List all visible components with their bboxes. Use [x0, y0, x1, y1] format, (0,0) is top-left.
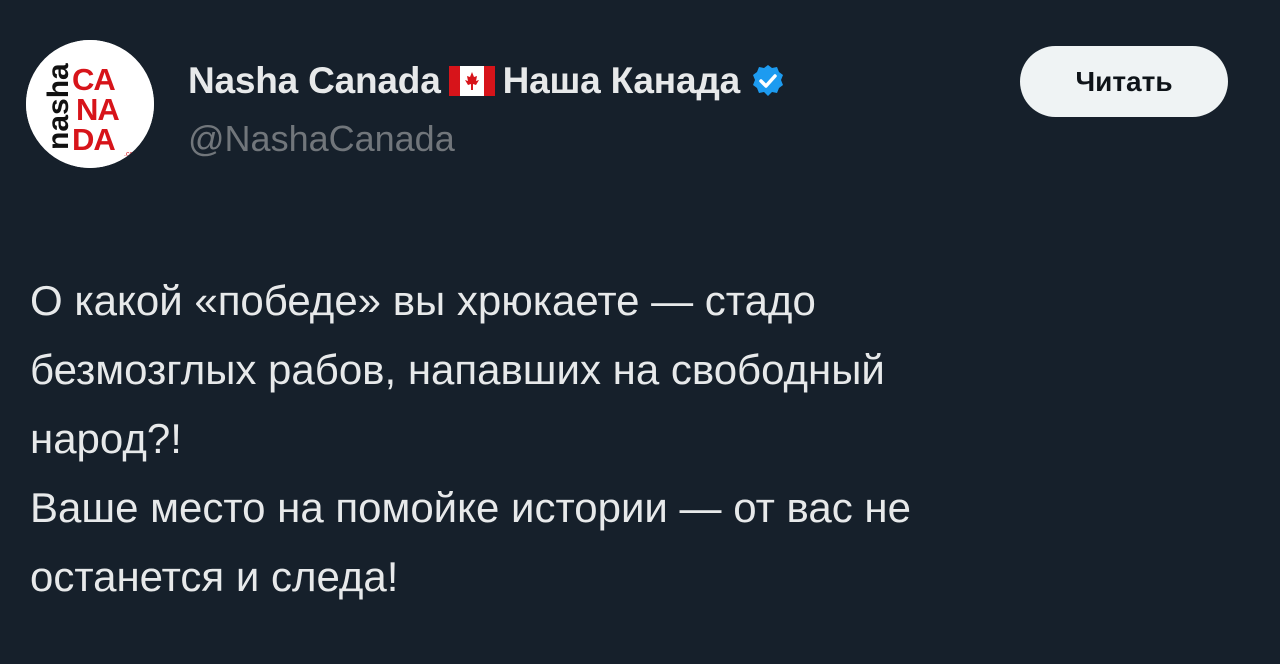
- tweet-card: nasha CA NA DA .com Nasha Canada Наша Ка…: [0, 0, 1280, 664]
- tweet-text-line: О какой «победе» вы хрюкаете — стадо: [30, 277, 816, 324]
- author-name-row[interactable]: Nasha Canada Наша Канада: [188, 54, 988, 108]
- avatar[interactable]: nasha CA NA DA .com: [26, 40, 154, 168]
- logo-side-text: nasha: [42, 63, 75, 150]
- nasha-canada-logo: nasha CA NA DA .com: [26, 40, 154, 168]
- author-handle[interactable]: @NashaCanada: [188, 118, 988, 160]
- tweet-text-line: Ваше место на помойке истории — от вас н…: [30, 484, 911, 531]
- follow-button[interactable]: Читать: [1020, 46, 1228, 117]
- author-display-name[interactable]: Nasha Canada: [188, 60, 441, 102]
- logo-small-text: .com: [124, 151, 139, 158]
- tweet-header: Nasha Canada Наша Канада @NashaCanada: [188, 54, 988, 160]
- tweet-text-line: останется и следа!: [30, 553, 399, 600]
- canada-flag-icon: [448, 66, 495, 96]
- author-display-name-ru[interactable]: Наша Канада: [503, 60, 741, 102]
- tweet-text-line: народ?!: [30, 415, 182, 462]
- logo-line-3: DA: [72, 122, 115, 157]
- verified-badge-icon: [750, 63, 786, 99]
- tweet-text-line: безмозглых рабов, напавших на свободный: [30, 346, 885, 393]
- tweet-text: О какой «победе» вы хрюкаете — стадо без…: [30, 266, 1240, 611]
